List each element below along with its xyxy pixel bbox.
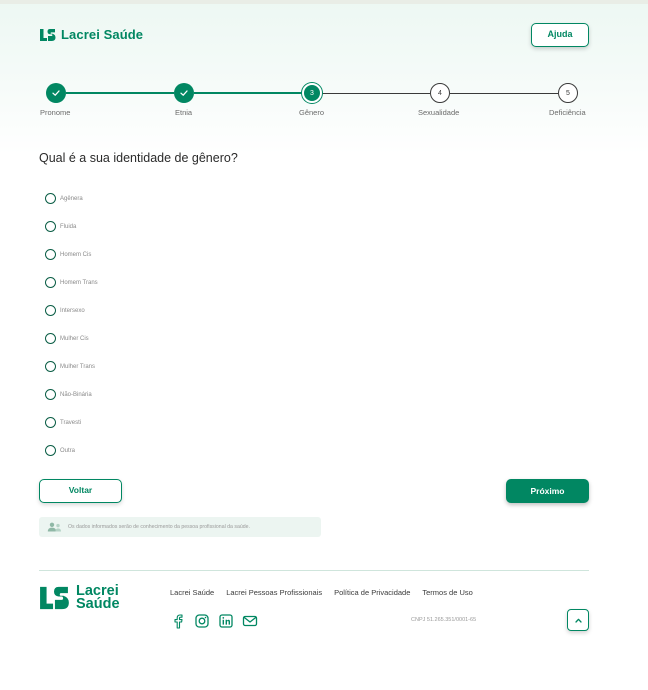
lacrei-logo-icon — [40, 28, 56, 41]
radio-button[interactable] — [45, 305, 56, 316]
footer-brand-name: Lacrei Saúde — [76, 584, 120, 612]
option-label: Fluida — [60, 223, 77, 230]
step-4-indicator: 4 — [430, 83, 450, 103]
facebook-icon[interactable] — [170, 613, 186, 629]
chevron-up-icon — [574, 618, 582, 623]
option-fluida[interactable]: Fluida — [45, 221, 76, 232]
radio-button[interactable] — [45, 193, 56, 204]
notice-text: Os dados informados serão de conheciment… — [68, 524, 250, 530]
footer-logo[interactable]: Lacrei Saúde — [38, 584, 120, 612]
back-button[interactable]: Voltar — [39, 479, 122, 503]
footer-links: Lacrei Saúde Lacrei Pessoas Profissionai… — [170, 588, 485, 597]
footer-link-privacidade[interactable]: Política de Privacidade — [334, 588, 410, 597]
brand-name: Lacrei Saúde — [61, 27, 144, 42]
back-to-top-button[interactable] — [567, 609, 589, 631]
step-2-indicator — [174, 83, 194, 103]
step-5-label: Deficiência — [549, 108, 586, 117]
option-label: Homem Cis — [60, 251, 92, 258]
step-1-indicator — [46, 83, 66, 103]
radio-button[interactable] — [45, 417, 56, 428]
step-connector-4 — [450, 93, 558, 94]
radio-button[interactable] — [45, 221, 56, 232]
privacy-notice: Os dados informados serão de conheciment… — [39, 517, 321, 537]
option-mulher-cis[interactable]: Mulher Cis — [45, 333, 89, 344]
option-mulher-trans[interactable]: Mulher Trans — [45, 361, 95, 372]
option-label: Não-Binária — [60, 391, 92, 398]
check-icon — [52, 90, 60, 96]
option-nao-binaria[interactable]: Não-Binária — [45, 389, 92, 400]
footer-link-lacrei-saude[interactable]: Lacrei Saúde — [170, 588, 214, 597]
option-label: Intersexo — [60, 307, 85, 314]
step-1-label: Pronome — [40, 108, 71, 117]
option-homem-cis[interactable]: Homem Cis — [45, 249, 91, 260]
linkedin-icon[interactable] — [218, 613, 234, 629]
radio-button[interactable] — [45, 389, 56, 400]
footer-brand-line2: Saúde — [76, 596, 120, 612]
users-icon — [47, 522, 61, 532]
step-connector-3 — [322, 93, 430, 94]
option-label: Agênera — [60, 195, 83, 202]
lacrei-logo-icon — [40, 586, 69, 610]
step-3-label: Gênero — [299, 108, 325, 117]
step-3-indicator: 3 — [302, 83, 322, 103]
help-button[interactable]: Ajuda — [531, 23, 589, 47]
check-icon — [180, 90, 188, 96]
option-label: Homem Trans — [60, 279, 98, 286]
option-intersexo[interactable]: Intersexo — [45, 305, 85, 316]
radio-button[interactable] — [45, 445, 56, 456]
step-4-label: Sexualidade — [418, 108, 460, 117]
radio-button[interactable] — [45, 361, 56, 372]
next-button[interactable]: Próximo — [506, 479, 589, 503]
option-label: Mulher Cis — [60, 335, 89, 342]
radio-button[interactable] — [45, 277, 56, 288]
cnpj-text: CNPJ 51.265.351/0001-65 — [411, 617, 477, 623]
social-links — [170, 613, 266, 629]
option-label: Outra — [60, 447, 76, 454]
option-label: Travesti — [60, 419, 82, 426]
radio-button[interactable] — [45, 249, 56, 260]
option-travesti[interactable]: Travesti — [45, 417, 81, 428]
footer-divider — [39, 570, 589, 571]
radio-button[interactable] — [45, 333, 56, 344]
step-connector-2 — [194, 92, 302, 94]
step-2-label: Etnia — [175, 108, 193, 117]
option-agenera[interactable]: Agênera — [45, 193, 83, 204]
question-title: Qual é a sua identidade de gênero? — [39, 151, 238, 165]
step-5-indicator: 5 — [558, 83, 578, 103]
brand-logo[interactable]: Lacrei Saúde — [39, 27, 143, 42]
option-outra[interactable]: Outra — [45, 445, 75, 456]
footer-link-termos[interactable]: Termos de Uso — [422, 588, 472, 597]
footer-link-profissionais[interactable]: Lacrei Pessoas Profissionais — [226, 588, 322, 597]
step-connector-1 — [66, 92, 174, 94]
mail-icon[interactable] — [242, 613, 258, 629]
option-label: Mulher Trans — [60, 363, 96, 370]
option-homem-trans[interactable]: Homem Trans — [45, 277, 98, 288]
instagram-icon[interactable] — [194, 613, 210, 629]
